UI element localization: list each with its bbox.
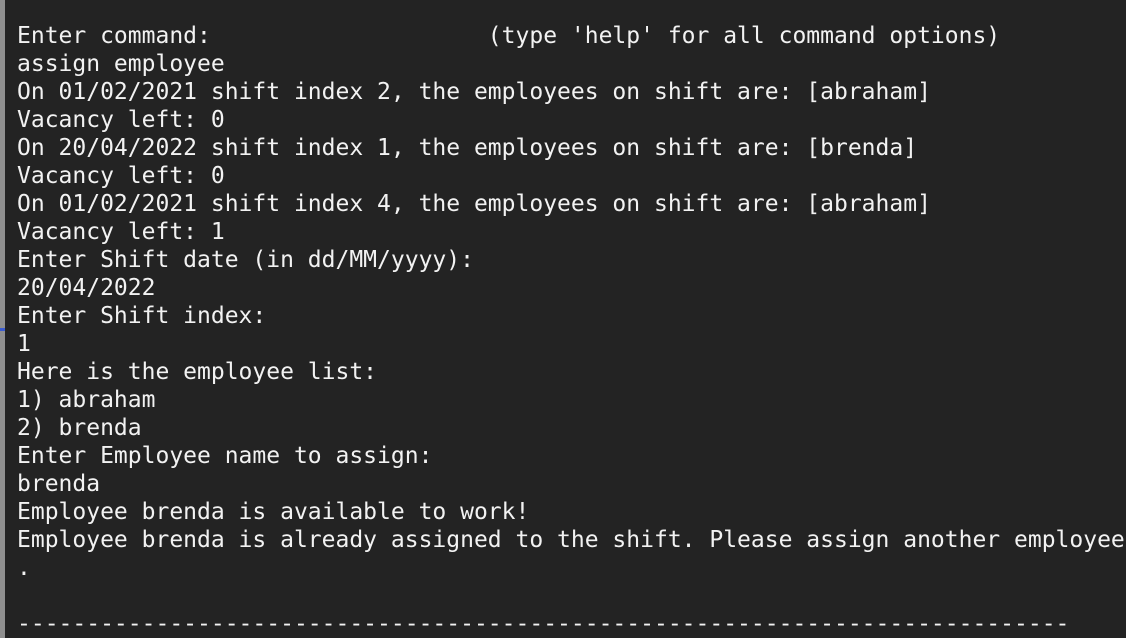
terminal-line: On 01/02/2021 shift index 4, the employe… xyxy=(17,191,931,217)
terminal-line: brenda xyxy=(17,471,101,497)
terminal-line: . xyxy=(17,555,31,581)
window-edge xyxy=(0,0,5,638)
terminal-line: Here is the employee list: xyxy=(17,359,378,385)
terminal-line: Vacancy left: 1 xyxy=(17,219,225,245)
terminal-line: Employee brenda is already assigned to t… xyxy=(17,527,1125,553)
terminal-line: 1 xyxy=(17,331,31,357)
terminal-line: Vacancy left: 0 xyxy=(17,107,225,133)
separator-line: ----------------------------------------… xyxy=(17,611,1070,637)
terminal-line: Enter Shift date (in dd/MM/yyyy): xyxy=(17,247,474,273)
terminal-output[interactable]: Enter command: (type 'help' for all comm… xyxy=(17,22,1126,638)
terminal-line: On 01/02/2021 shift index 2, the employe… xyxy=(17,79,931,105)
terminal-line: Employee brenda is available to work! xyxy=(17,499,530,525)
terminal-line: 2) brenda xyxy=(17,415,142,441)
terminal-line: On 20/04/2022 shift index 1, the employe… xyxy=(17,135,918,161)
gutter-marker xyxy=(0,328,5,331)
terminal-line: Enter Employee name to assign: xyxy=(17,443,433,469)
terminal-line: 20/04/2022 xyxy=(17,275,156,301)
terminal-line: assign employee xyxy=(17,51,225,77)
terminal-line: Enter command: (type 'help' for all comm… xyxy=(17,23,1001,49)
terminal-line: 1) abraham xyxy=(17,387,156,413)
terminal-line: Enter Shift index: xyxy=(17,303,267,329)
terminal-line: Vacancy left: 0 xyxy=(17,163,225,189)
